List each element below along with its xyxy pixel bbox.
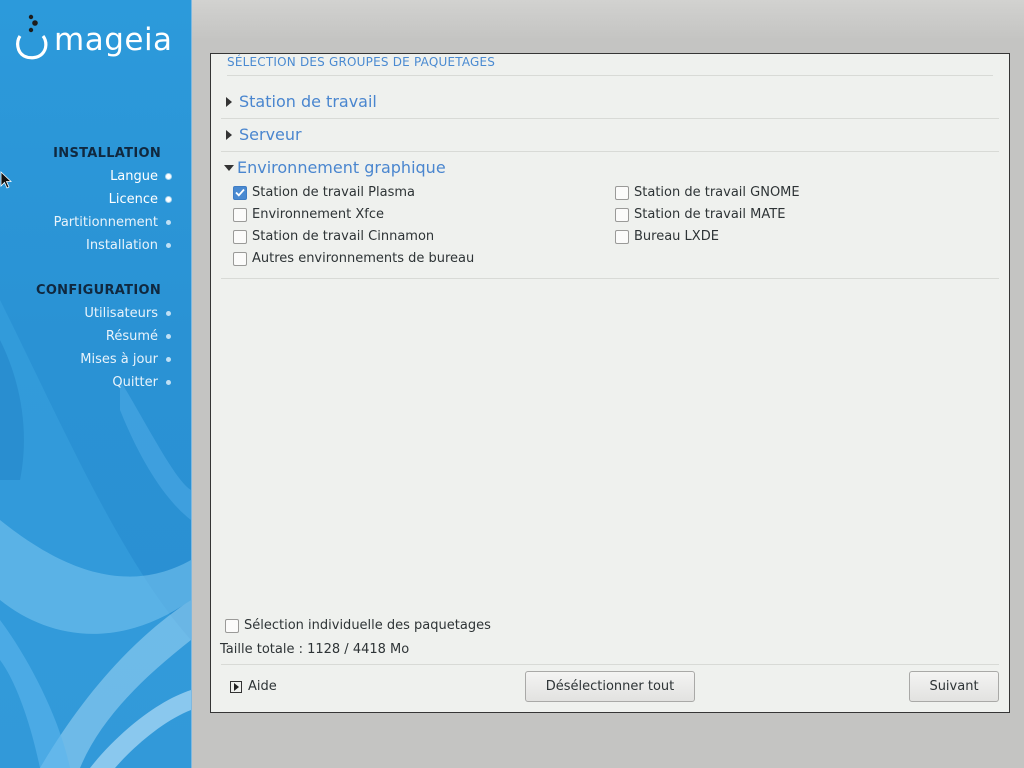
expander-expanded-icon[interactable] <box>224 164 234 171</box>
nav-heading-configuration: CONFIGURATION <box>35 283 161 298</box>
title-divider <box>227 75 993 76</box>
mouse-pointer-icon <box>0 171 12 189</box>
nav-item-label: Quitter <box>112 375 158 390</box>
step-done-dot-icon <box>166 174 171 179</box>
step-pending-dot-icon <box>166 380 171 385</box>
nav-item-langue: Langue <box>110 169 171 184</box>
nav-item-licence: Licence <box>109 192 171 207</box>
logo-text: mageia <box>54 22 173 58</box>
option-label[interactable]: Bureau LXDE <box>634 229 719 244</box>
nav-item-label: Langue <box>110 169 158 184</box>
group-divider <box>221 278 999 279</box>
group-label[interactable]: Serveur <box>239 125 302 144</box>
option-label[interactable]: Station de travail MATE <box>634 207 785 222</box>
group-station-de-travail[interactable]: Station de travail <box>223 92 377 111</box>
step-pending-dot-icon <box>166 311 171 316</box>
checkbox[interactable] <box>615 207 629 222</box>
nav-item-label: Partitionnement <box>53 215 158 230</box>
checkbox[interactable] <box>615 229 629 244</box>
nav-item-utilisateurs: Utilisateurs <box>84 306 171 321</box>
option-mate[interactable]: Station de travail MATE <box>615 207 785 222</box>
panel-title: SÉLECTION DES GROUPES DE PAQUETAGES <box>227 55 496 69</box>
checkbox[interactable] <box>233 207 247 222</box>
group-label[interactable]: Station de travail <box>239 92 377 111</box>
nav-item-partitionnement: Partitionnement <box>54 215 171 230</box>
option-gnome[interactable]: Station de travail GNOME <box>615 185 800 200</box>
step-pending-dot-icon <box>166 334 171 339</box>
nav-item-label: Licence <box>108 192 158 207</box>
option-lxde[interactable]: Bureau LXDE <box>615 229 719 244</box>
option-xfce[interactable]: Environnement Xfce <box>233 207 384 222</box>
option-cinnamon[interactable]: Station de travail Cinnamon <box>233 229 434 244</box>
nav-item-installation: Installation <box>86 238 171 253</box>
help-expander-icon[interactable] <box>230 680 242 693</box>
group-serveur[interactable]: Serveur <box>223 125 302 144</box>
option-label[interactable]: Environnement Xfce <box>252 207 384 222</box>
option-plasma[interactable]: Station de travail Plasma <box>233 185 415 200</box>
checkbox[interactable] <box>233 229 247 244</box>
help-label[interactable]: Aide <box>248 679 277 694</box>
help-expander[interactable]: Aide <box>230 679 277 694</box>
checkbox-checked[interactable] <box>233 185 247 200</box>
option-label[interactable]: Station de travail GNOME <box>634 185 800 200</box>
next-button[interactable]: Suivant <box>909 671 999 702</box>
package-groups-panel: SÉLECTION DES GROUPES DE PAQUETAGES Stat… <box>210 53 1010 713</box>
group-label[interactable]: Environnement graphique <box>237 158 446 177</box>
expander-collapsed-icon[interactable] <box>226 129 232 140</box>
option-label[interactable]: Station de travail Plasma <box>252 185 415 200</box>
deselect-all-button[interactable]: Désélectionner tout <box>525 671 695 702</box>
desktop-top-area <box>192 0 1024 40</box>
option-label[interactable]: Autres environnements de bureau <box>252 251 474 266</box>
group-divider <box>221 151 999 152</box>
option-label[interactable]: Station de travail Cinnamon <box>252 229 434 244</box>
step-pending-dot-icon <box>166 220 171 225</box>
expander-collapsed-icon[interactable] <box>226 96 232 107</box>
checkbox[interactable] <box>225 618 239 633</box>
button-divider <box>221 664 999 665</box>
nav-item-label: Résumé <box>105 329 158 344</box>
option-label[interactable]: Sélection individuelle des paquetages <box>244 618 491 633</box>
checkbox[interactable] <box>615 185 629 200</box>
nav-item-quitter: Quitter <box>112 375 171 390</box>
nav-item-label: Utilisateurs <box>84 306 158 321</box>
group-divider <box>221 118 999 119</box>
nav-item-mises-a-jour: Mises à jour <box>80 352 171 367</box>
step-pending-dot-icon <box>166 243 171 248</box>
group-environnement-graphique[interactable]: Environnement graphique <box>223 158 446 177</box>
checkmark-icon <box>235 188 245 197</box>
step-done-dot-icon <box>166 197 171 202</box>
nav-item-label: Mises à jour <box>80 352 158 367</box>
total-size: Taille totale : 1128 / 4418 Mo <box>220 642 410 657</box>
option-autres[interactable]: Autres environnements de bureau <box>233 251 474 266</box>
individual-selection-option[interactable]: Sélection individuelle des paquetages <box>225 618 491 633</box>
nav-item-resume: Résumé <box>106 329 171 344</box>
sidebar: mageia INSTALLATION Langue Licence Parti… <box>0 0 192 768</box>
nav-item-label: Installation <box>85 238 158 253</box>
nav-heading-installation: INSTALLATION <box>53 146 161 161</box>
checkbox[interactable] <box>233 251 247 266</box>
step-pending-dot-icon <box>166 357 171 362</box>
